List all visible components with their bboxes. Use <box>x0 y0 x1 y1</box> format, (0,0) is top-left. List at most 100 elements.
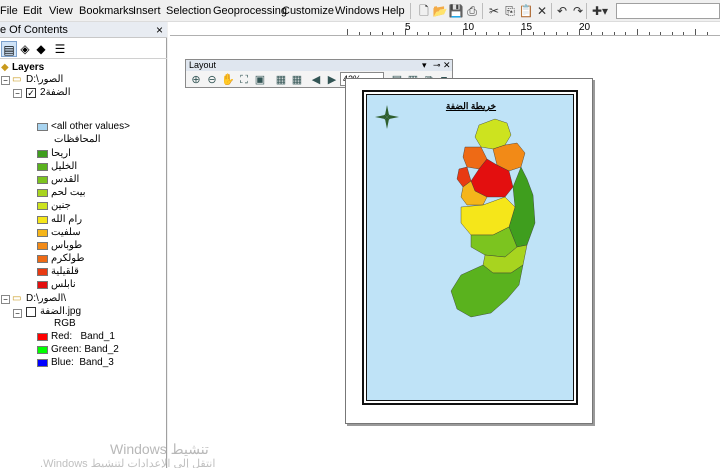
undo-icon[interactable]: ↶ <box>554 3 570 19</box>
ruler-tick <box>521 29 522 35</box>
layer-visibility-checkbox[interactable]: ✓ <box>26 88 36 98</box>
ruler-label: 15 <box>521 22 533 33</box>
rgb-label: RGB <box>54 318 76 329</box>
map-data-frame[interactable]: خريطة الضفة <box>366 94 574 401</box>
delete-icon[interactable]: ✕ <box>534 3 550 19</box>
legend-swatch <box>37 163 48 172</box>
new-document-icon[interactable]: 🗋 <box>416 3 432 19</box>
toc-title-bar: e Of Contents × <box>0 22 167 38</box>
menu-windows[interactable]: Windows <box>335 5 380 17</box>
layer-name-2[interactable]: الضفة.jpg <box>40 306 81 318</box>
menu-customize[interactable]: Customize <box>282 5 334 17</box>
menu-geoprocessing[interactable]: Geoprocessing <box>213 5 287 17</box>
pan-icon[interactable]: ✋ <box>221 73 235 87</box>
layer-visibility-checkbox[interactable] <box>26 307 36 317</box>
folder-icon: ▭ <box>12 74 22 85</box>
band-label: Blue: Band_3 <box>51 357 114 368</box>
map-canvas <box>375 105 536 318</box>
ruler-tick <box>451 32 453 35</box>
save-icon[interactable]: 💾 <box>448 3 464 19</box>
collapse-icon[interactable]: − <box>1 295 10 304</box>
menu-help[interactable]: Help <box>382 5 405 17</box>
data-frame-border: خريطة الضفة <box>362 90 578 405</box>
menu-selection[interactable]: Selection <box>166 5 211 17</box>
close-icon[interactable]: ✕ <box>443 60 451 71</box>
ruler-tick <box>416 32 418 35</box>
map-scale-dropdown[interactable] <box>616 3 720 19</box>
ruler-tick <box>428 32 430 35</box>
ruler-tick <box>695 29 696 35</box>
menu-file[interactable]: File <box>0 5 18 17</box>
ruler-tick <box>555 32 557 35</box>
toc-title: e Of Contents <box>0 24 68 36</box>
legend-class-label: جنين <box>51 200 71 212</box>
legend-swatch <box>37 267 48 276</box>
legend-class-label: الخليل <box>51 161 78 173</box>
options-icon[interactable]: ☰ <box>52 41 68 57</box>
legend-class-label: القدس <box>51 174 80 186</box>
layer-name-1[interactable]: الضفة2 <box>40 87 70 99</box>
legend-swatch <box>37 215 48 224</box>
zoom-out-icon[interactable]: ⊖ <box>205 73 219 87</box>
open-folder-icon[interactable]: 📂 <box>432 3 448 19</box>
go-back-icon[interactable]: ◀ <box>309 73 323 87</box>
redo-icon[interactable]: ↷ <box>570 3 586 19</box>
ruler-tick <box>602 32 604 35</box>
band-swatch <box>37 346 48 354</box>
menu-insert[interactable]: Insert <box>133 5 161 17</box>
cut-icon[interactable]: ✂ <box>486 3 502 19</box>
band-label: Red: Band_1 <box>51 331 115 342</box>
ruler-tick <box>486 32 488 35</box>
collapse-icon[interactable]: − <box>13 309 22 318</box>
ruler-tick <box>509 32 511 35</box>
collapse-icon[interactable]: − <box>1 76 10 85</box>
menu-edit[interactable]: Edit <box>23 5 42 17</box>
region-jenin <box>474 118 512 150</box>
ruler-tick <box>370 32 372 35</box>
collapse-icon[interactable]: − <box>13 89 22 98</box>
ruler-label: 10 <box>463 22 475 33</box>
list-by-source-icon[interactable]: ◈ <box>17 41 33 57</box>
toolbar-menu-icon[interactable]: ▾ <box>422 60 427 71</box>
ruler-tick <box>439 32 441 35</box>
layers-root-label[interactable]: Layers <box>12 62 44 74</box>
legend-class-label: نابلس <box>51 279 76 290</box>
zoom-100-icon[interactable]: ▣ <box>253 73 267 87</box>
close-icon[interactable]: × <box>156 22 163 37</box>
legend-swatch <box>37 189 48 198</box>
list-by-drawing-order-icon[interactable]: ▤ <box>1 41 17 57</box>
menu-bookmarks[interactable]: Bookmarks <box>79 5 134 17</box>
legend-swatch <box>37 202 48 211</box>
ruler-tick <box>613 32 615 35</box>
legend-class-label: طولكرم <box>51 252 85 264</box>
legend-class-label: بيت لحم <box>51 187 86 199</box>
group-path-2[interactable]: D:\الصور\ <box>26 293 66 305</box>
paste-icon[interactable]: 📋 <box>518 3 534 19</box>
ruler-tick <box>544 32 546 35</box>
ruler-tick <box>567 32 569 35</box>
activation-watermark-title: تنشيط Windows <box>110 441 209 457</box>
band-swatch <box>37 359 48 367</box>
list-by-visibility-icon[interactable]: ◆ <box>33 41 49 57</box>
pin-icon[interactable]: ⊸ <box>433 60 441 71</box>
ruler-tick <box>648 32 650 35</box>
zoom-in-icon[interactable]: ⊕ <box>189 73 203 87</box>
go-forward-icon[interactable]: ▶ <box>325 73 339 87</box>
all-other-values-label: <all other values> <box>51 121 130 132</box>
legend-swatch <box>37 254 48 263</box>
copy-icon[interactable]: ⎘ <box>502 3 518 19</box>
print-icon[interactable]: ⎙ <box>464 3 480 19</box>
toolbar-separator <box>410 3 411 19</box>
toc-tab-bar: ▤ ◈ ◆ ☰ <box>0 39 167 59</box>
layout-page[interactable]: خريطة الضفة <box>345 78 593 424</box>
fixed-zoom-in-icon[interactable]: ▦ <box>274 73 288 87</box>
group-path-1[interactable]: D:\الصور <box>26 74 63 86</box>
fixed-zoom-out-icon[interactable]: ▦ <box>290 73 304 87</box>
menu-view[interactable]: View <box>49 5 73 17</box>
toolbar-separator <box>586 3 587 19</box>
zoom-whole-page-icon[interactable]: ⛶ <box>237 73 251 87</box>
ruler-tick <box>358 32 360 35</box>
band-label: Green: Band_2 <box>51 344 119 355</box>
ruler-tick <box>405 29 406 35</box>
add-data-icon[interactable]: ✚▾ <box>590 3 610 19</box>
